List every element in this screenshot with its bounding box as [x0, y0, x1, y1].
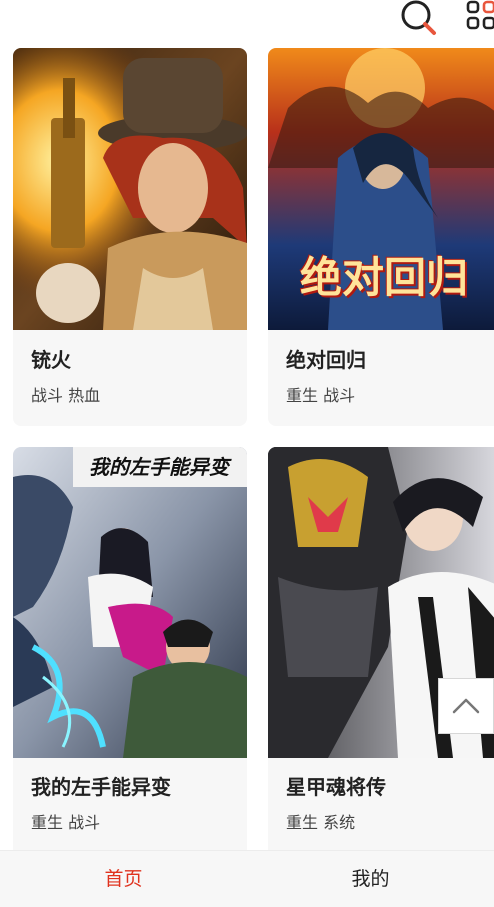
comic-title: 星甲魂将传 [286, 775, 386, 799]
cover-title-text: 绝对回归 [300, 253, 469, 302]
grid-icon[interactable] [464, 0, 494, 36]
comic-cover-1[interactable] [13, 48, 247, 330]
nav-mine-tab[interactable]: 我的 [247, 851, 494, 907]
comic-card-3[interactable]: 我的左手能异变 我的左手能异变 重生 战斗 [13, 447, 247, 857]
back-to-top-button[interactable] [438, 678, 494, 734]
comic-tags: 重生 战斗 [31, 813, 101, 832]
comic-title: 绝对回归 [286, 348, 366, 372]
comic-tags: 重生 战斗 [286, 386, 356, 405]
comic-tags: 战斗 热血 [31, 386, 101, 405]
comic-cover-3[interactable]: 我的左手能异变 [13, 447, 247, 758]
comic-card-4[interactable]: 星甲魂将传 重生 系统 [268, 447, 494, 857]
comic-cover-2[interactable]: 绝对回归 [268, 48, 494, 330]
nav-home-tab[interactable]: 首页 [0, 851, 247, 907]
search-icon[interactable] [399, 0, 437, 36]
comic-card-2[interactable]: 绝对回归 绝对回归 重生 战斗 [268, 48, 494, 426]
comic-tags: 重生 系统 [286, 813, 356, 832]
comic-title: 铳火 [31, 348, 71, 372]
top-bar [0, 0, 494, 48]
chevron-up-icon [452, 698, 480, 714]
comic-card-1[interactable]: 铳火 战斗 热血 [13, 48, 247, 426]
cover-title-text: 我的左手能异变 [89, 455, 229, 479]
bottom-navigation: 首页 我的 [0, 850, 494, 907]
comic-title: 我的左手能异变 [31, 775, 171, 799]
screen: 铳火 战斗 热血 绝对回归 绝对回归 重生 战斗 我的左手能异变 我的左手能异变… [0, 0, 494, 907]
